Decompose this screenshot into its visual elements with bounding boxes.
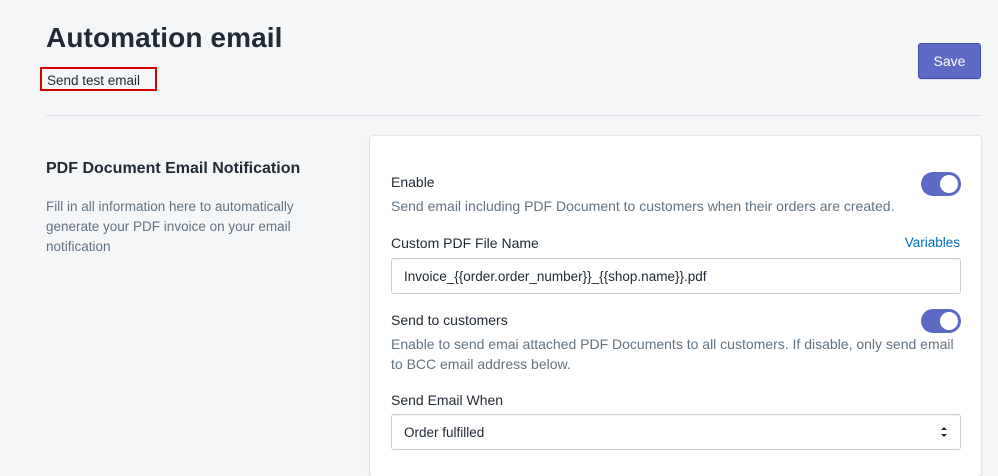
send-to-customers-label: Send to customers <box>391 312 508 328</box>
file-name-input[interactable]: Invoice_{{order.order_number}}_{{shop.na… <box>391 258 961 294</box>
toggle-knob <box>940 312 958 330</box>
enable-label: Enable <box>391 174 435 190</box>
page-title: Automation email <box>46 22 283 53</box>
enable-toggle[interactable] <box>921 172 961 196</box>
send-email-when-label: Send Email When <box>391 392 504 408</box>
send-test-email-link[interactable]: Send test email <box>40 67 157 91</box>
section-title: PDF Document Email Notification <box>46 160 301 177</box>
file-name-label: Custom PDF File Name <box>391 235 539 251</box>
send-to-customers-help-text: Enable to send emai attached PDF Documen… <box>391 336 954 372</box>
variables-link[interactable]: Variables <box>905 235 960 250</box>
send-to-customers-toggle[interactable] <box>921 309 961 333</box>
section-description: Fill in all information here to automati… <box>46 199 294 254</box>
enable-help-text: Send email including PDF Document to cus… <box>391 198 895 214</box>
send-email-when-select[interactable]: Order fulfilled <box>391 414 961 450</box>
select-arrows-icon <box>941 427 947 437</box>
settings-card: Enable Send email including PDF Document… <box>370 136 981 476</box>
selected-option: Order fulfilled <box>404 424 485 440</box>
save-button[interactable]: Save <box>918 43 981 79</box>
toggle-knob <box>940 175 958 193</box>
header-divider <box>46 115 981 116</box>
